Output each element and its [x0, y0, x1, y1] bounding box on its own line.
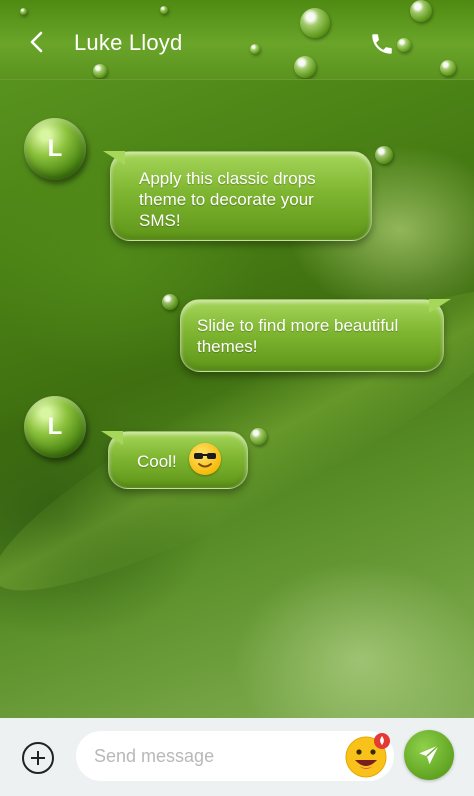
phone-icon [372, 34, 392, 54]
water-drop [397, 38, 411, 52]
plus-circle-icon [22, 742, 54, 774]
water-drop [440, 60, 456, 76]
water-drop [375, 146, 393, 164]
add-attachment-button[interactable] [21, 741, 55, 775]
chevron-left-icon [30, 31, 43, 53]
water-drop [160, 6, 168, 14]
contact-name: Luke Lloyd [74, 30, 183, 55]
water-drop [410, 0, 432, 22]
message-bubble-incoming[interactable]: Apply this classic drops theme to decora… [103, 151, 372, 241]
message-bubble-outgoing[interactable]: Slide to find more beautiful themes! [180, 299, 451, 372]
chat-background [0, 0, 474, 796]
water-drop [93, 64, 107, 78]
composer-bar [0, 718, 474, 796]
water-drop [20, 8, 27, 15]
water-drop [294, 56, 316, 78]
send-button[interactable] [404, 730, 454, 780]
water-drop [300, 8, 330, 38]
contact-avatar[interactable]: L [24, 396, 86, 458]
avatar-initial: L [47, 135, 63, 162]
call-button[interactable] [366, 28, 398, 60]
message-text: Apply this classic drops theme to decora… [139, 169, 316, 230]
back-button[interactable] [22, 26, 52, 58]
contact-avatar[interactable]: L [24, 118, 86, 180]
chat-header: Luke Lloyd [0, 0, 474, 80]
water-drop [250, 44, 260, 54]
water-drop [162, 294, 178, 310]
message-bubble-incoming[interactable]: Cool! [101, 431, 248, 489]
grinning-face-emoji [345, 733, 390, 778]
message-text: Slide to find more beautiful themes! [197, 316, 399, 356]
avatar-initial: L [47, 413, 63, 440]
water-drop [250, 428, 267, 445]
send-icon [419, 744, 440, 765]
emoji-button[interactable] [344, 732, 392, 780]
sunglasses-emoji [189, 443, 221, 475]
